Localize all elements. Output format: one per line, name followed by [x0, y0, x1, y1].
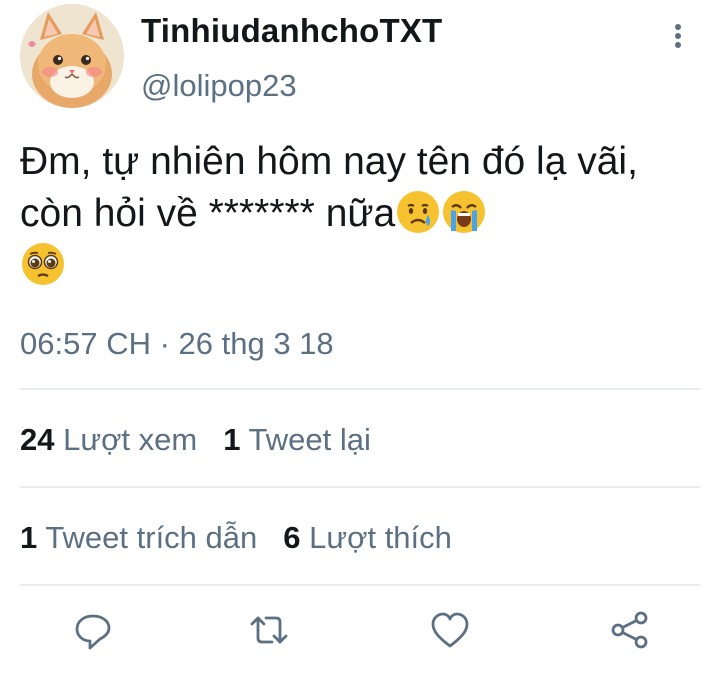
tweet-text: Đm, tự nhiên hôm nay tên đó lạ vãi, còn …	[20, 136, 700, 292]
views-count: 24	[20, 422, 55, 457]
tweet-body: Đm, tự nhiên hôm nay tên đó lạ vãi, còn …	[20, 140, 638, 235]
views-label: Lượt xem	[63, 422, 198, 457]
tweet-timestamp[interactable]: 06:57 CH · 26 thg 3 18	[20, 326, 334, 362]
share-icon[interactable]	[608, 608, 652, 652]
quotes-stat[interactable]: 1 Tweet trích dẫn	[20, 520, 257, 556]
likes-stat[interactable]: 6 Lượt thích	[283, 520, 452, 556]
user-handle[interactable]: @lolipop23	[141, 68, 297, 104]
likes-count: 6	[283, 520, 301, 555]
quotes-label: Tweet trích dẫn	[45, 520, 258, 555]
more-options-icon[interactable]	[670, 24, 686, 50]
views-stat[interactable]: 24 Lượt xem	[20, 422, 197, 458]
pleading-face-icon	[22, 243, 64, 285]
divider	[20, 486, 700, 488]
stats-row-views-retweets: 24 Lượt xem 1 Tweet lại	[20, 422, 397, 458]
like-icon[interactable]	[428, 608, 472, 652]
display-name[interactable]: TinhiudanhchoTXT	[141, 12, 442, 50]
retweets-count: 1	[223, 422, 241, 457]
retweets-label: Tweet lại	[248, 422, 371, 457]
divider	[20, 388, 700, 390]
loudly-crying-face-icon	[443, 191, 486, 233]
avatar[interactable]	[20, 4, 124, 108]
crying-face-icon	[397, 191, 440, 233]
retweet-icon[interactable]	[247, 608, 291, 652]
reply-icon[interactable]	[71, 608, 115, 652]
cat-avatar-icon	[20, 4, 124, 108]
retweets-stat[interactable]: 1 Tweet lại	[223, 422, 371, 458]
divider	[20, 584, 700, 586]
likes-label: Lượt thích	[309, 520, 452, 555]
tweet-action-bar	[0, 608, 720, 658]
quotes-count: 1	[20, 520, 38, 555]
stats-row-quotes-likes: 1 Tweet trích dẫn 6 Lượt thích	[20, 520, 478, 556]
